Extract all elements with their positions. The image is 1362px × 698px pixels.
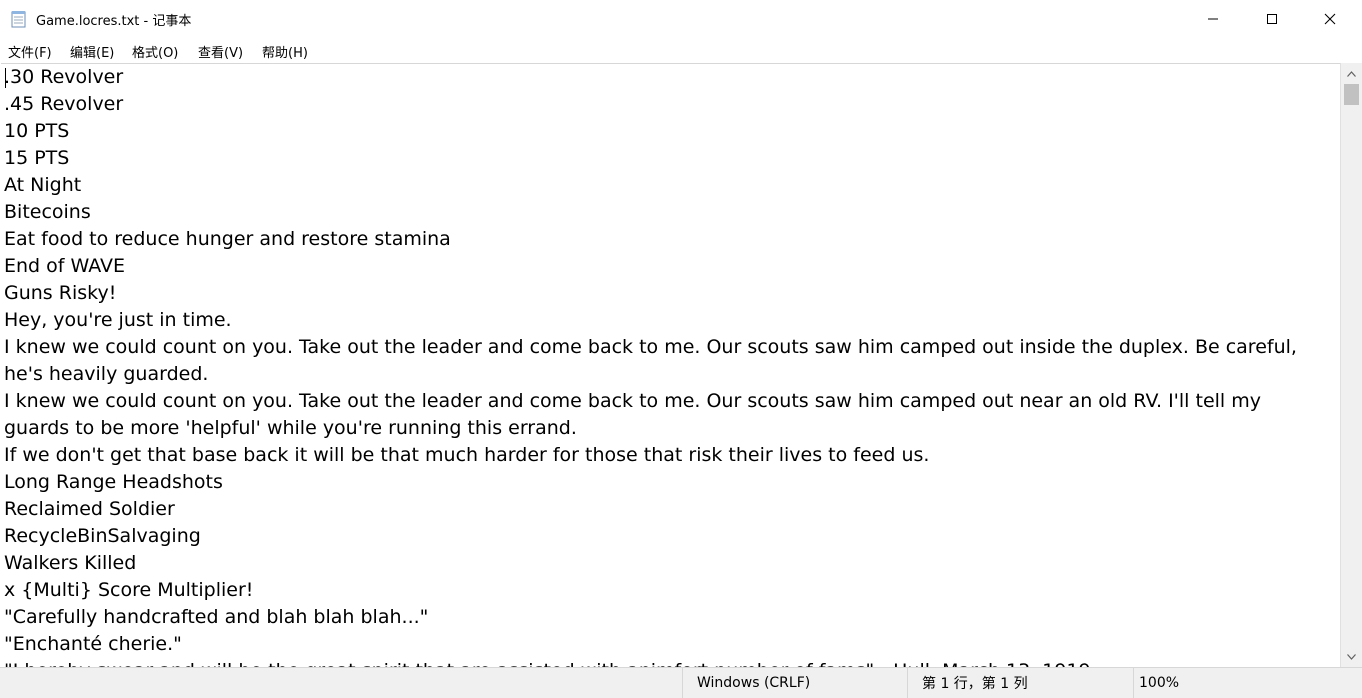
chevron-down-icon <box>1347 653 1356 660</box>
text-line: I knew we could count on you. Take out t… <box>4 336 1297 358</box>
text-line: Guns Risky! <box>4 282 117 304</box>
text-line: .45 Revolver <box>4 93 124 115</box>
menu-file[interactable]: 文件(F) <box>8 42 52 61</box>
maximize-icon <box>1267 14 1277 24</box>
text-line: Bitecoins <box>4 201 91 223</box>
text-line: End of WAVE <box>4 255 126 277</box>
text-line: If we don't get that base back it will b… <box>4 444 930 466</box>
text-editor-area[interactable]: .30 Revolver .45 Revolver 10 PTS 15 PTS … <box>1 63 1340 668</box>
text-line: "Enchanté cherie." <box>4 633 182 655</box>
text-line: Walkers Killed <box>4 552 137 574</box>
chevron-up-icon <box>1347 70 1356 77</box>
minimize-icon <box>1208 18 1218 20</box>
status-bar: Windows (CRLF) 第 1 行，第 1 列 100% <box>0 667 1362 698</box>
menu-edit[interactable]: 编辑(E) <box>70 42 114 61</box>
text-line: .30 Revolver <box>4 66 124 88</box>
zoom-level-status: 100% <box>1133 668 1362 698</box>
text-line: he's heavily guarded. <box>4 363 209 385</box>
scroll-down-button[interactable] <box>1341 646 1362 667</box>
text-line: RecycleBinSalvaging <box>4 525 201 547</box>
title-bar[interactable]: Game.locres.txt - 记事本 <box>0 0 1362 38</box>
notepad-icon <box>11 10 27 28</box>
maximize-button[interactable] <box>1249 0 1295 38</box>
text-line: "Carefully handcrafted and blah blah bla… <box>4 606 429 628</box>
text-line: x {Multi} Score Multiplier! <box>4 579 254 601</box>
text-line: Hey, you're just in time. <box>4 309 232 331</box>
cursor-position-status: 第 1 行，第 1 列 <box>907 668 1123 698</box>
line-ending-status: Windows (CRLF) <box>682 668 896 698</box>
scroll-up-button[interactable] <box>1341 63 1362 84</box>
text-line: Eat food to reduce hunger and restore st… <box>4 228 451 250</box>
text-line: Long Range Headshots <box>4 471 223 493</box>
menu-view[interactable]: 查看(V) <box>198 42 243 61</box>
menu-bar: 文件(F) 编辑(E) 格式(O) 查看(V) 帮助(H) <box>0 38 1362 62</box>
text-line: At Night <box>4 174 82 196</box>
text-line: Reclaimed Soldier <box>4 498 175 520</box>
window-title: Game.locres.txt - 记事本 <box>36 14 192 29</box>
vertical-scrollbar[interactable] <box>1340 63 1362 667</box>
text-line: 15 PTS <box>4 147 70 169</box>
text-line: I knew we could count on you. Take out t… <box>4 390 1261 412</box>
menu-format[interactable]: 格式(O) <box>132 42 178 61</box>
menu-help[interactable]: 帮助(H) <box>262 42 308 61</box>
text-line: guards to be more 'helpful' while you're… <box>4 417 577 439</box>
scroll-thumb[interactable] <box>1344 84 1359 105</box>
close-button[interactable] <box>1307 0 1353 38</box>
close-icon <box>1324 13 1336 25</box>
text-line: 10 PTS <box>4 120 70 142</box>
minimize-button[interactable] <box>1190 0 1236 38</box>
